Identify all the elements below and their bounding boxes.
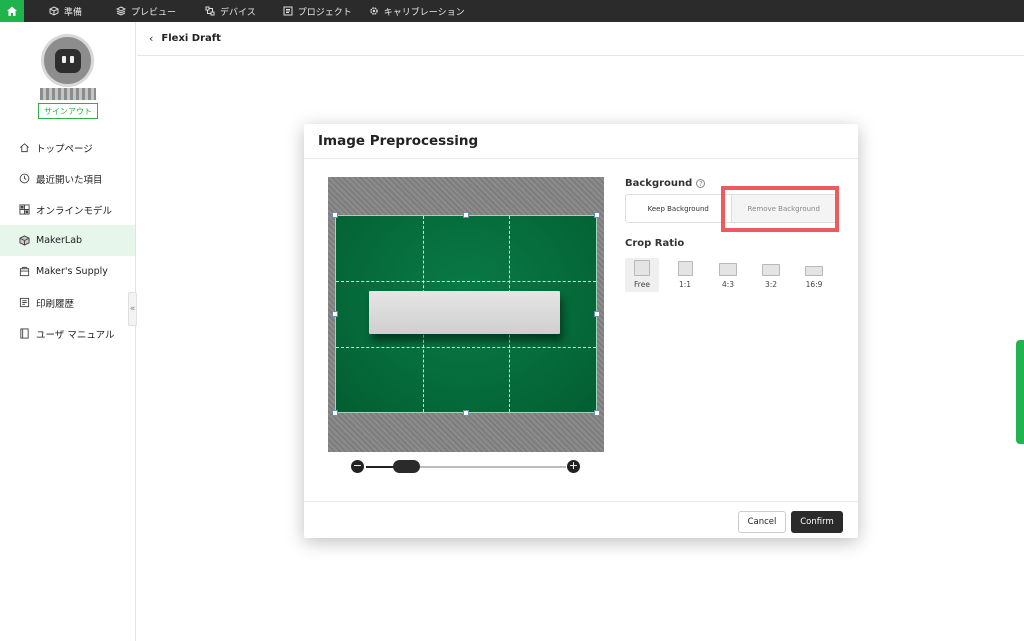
back-chevron-icon[interactable]: ‹ [149, 32, 153, 45]
sidebar-item-label: 印刷履歴 [36, 298, 75, 310]
sidebar-nav: トップページ 最近開いた項目 オンラインモデル MakerLab Maker's… [0, 132, 135, 349]
background-label-row: Background ? [625, 178, 706, 189]
sidebar-item-label: 最近開いた項目 [36, 174, 103, 186]
zoom-control: − + [351, 460, 581, 474]
background-toggle: Keep Background Remove Background [625, 194, 837, 223]
crop-ratio-16-9[interactable]: 16:9 [797, 258, 831, 292]
modal-title: Image Preprocessing [318, 133, 479, 149]
ratio-square-icon [677, 261, 693, 276]
sidebar-collapse-handle[interactable]: « [128, 292, 137, 326]
history-icon [19, 297, 30, 308]
confirm-button[interactable]: Confirm [791, 511, 843, 533]
crop-ratio-label: Crop Ratio [625, 238, 685, 249]
keep-background-button[interactable]: Keep Background [626, 195, 731, 222]
top-nav-bar: 準備 プレビュー デバイス プロジェクト キャリブレーション [0, 0, 1024, 22]
main-header: ‹ Flexi Draft [137, 22, 1024, 56]
ratio-16-9-icon [805, 266, 823, 276]
minus-icon: − [352, 459, 363, 472]
username-redacted [40, 88, 96, 100]
crop-handle-bottom-left[interactable] [332, 410, 338, 416]
modal-footer: Cancel Confirm [304, 501, 858, 538]
crop-handle-top[interactable] [463, 212, 469, 218]
crop-ratio-options: Free 1:1 4:3 3:2 16:9 [625, 258, 840, 292]
clock-icon [19, 173, 30, 184]
crop-handle-right[interactable] [594, 311, 600, 317]
sidebar-item-makerlab[interactable]: MakerLab [0, 225, 135, 256]
ratio-label: 1:1 [678, 280, 692, 289]
ratio-label: 16:9 [805, 280, 823, 289]
sidebar-item-makers-supply[interactable]: Maker's Supply [0, 256, 135, 287]
avatar[interactable] [41, 34, 94, 87]
top-nav-label: 準備 [64, 7, 83, 18]
sidebar-item-user-manual[interactable]: ユーザ マニュアル [0, 318, 135, 349]
sidebar-item-online-models[interactable]: オンラインモデル [0, 194, 135, 225]
ratio-label: 3:2 [764, 280, 778, 289]
remove-background-button[interactable]: Remove Background [730, 195, 836, 222]
sidebar-item-label: トップページ [36, 143, 93, 155]
home-icon [20, 143, 29, 153]
ratio-4-3-icon [719, 263, 737, 276]
zoom-in-button[interactable]: + [567, 460, 580, 473]
crop-handle-top-left[interactable] [332, 212, 338, 218]
top-nav-label: プレビュー [131, 7, 177, 18]
home-button[interactable] [0, 0, 24, 22]
top-nav-label: プロジェクト [297, 7, 352, 18]
top-nav-label: キャリブレーション [383, 7, 465, 18]
top-nav-prepare[interactable]: 準備 [49, 0, 82, 22]
sidebar-item-label: MakerLab [36, 235, 83, 246]
top-nav-preview[interactable]: プレビュー [116, 0, 176, 22]
model-icon [19, 204, 30, 215]
product-image [369, 291, 560, 334]
modal-header: Image Preprocessing [304, 124, 858, 159]
layers-icon [116, 6, 127, 16]
help-icon[interactable]: ? [696, 179, 706, 188]
home-icon [7, 6, 17, 16]
crop-handle-bottom[interactable] [463, 410, 469, 416]
crop-handle-bottom-right[interactable] [594, 410, 600, 416]
sidebar-item-label: ユーザ マニュアル [36, 329, 115, 341]
page-title: Flexi Draft [161, 33, 221, 44]
image-preprocessing-modal: Image Preprocessing − + Background ? Kee… [304, 124, 858, 538]
crop-handle-top-right[interactable] [594, 212, 600, 218]
sidebar-item-print-history[interactable]: 印刷履歴 [0, 287, 135, 318]
crop-ratio-3-2[interactable]: 3:2 [754, 258, 788, 292]
ratio-label: Free [634, 280, 650, 289]
zoom-slider-knob[interactable] [392, 460, 420, 473]
sidebar-item-top-page[interactable]: トップページ [0, 132, 135, 163]
top-nav-label: デバイス [220, 7, 256, 18]
crop-ratio-4-3[interactable]: 4:3 [711, 258, 745, 292]
cube-icon [19, 235, 30, 246]
grid-line [336, 346, 596, 348]
top-nav-project[interactable]: プロジェクト [283, 0, 352, 22]
cube-icon [49, 6, 59, 16]
ratio-3-2-icon [762, 264, 780, 276]
sidebar-item-label: オンラインモデル [36, 205, 113, 217]
sidebar: サインアウト トップページ 最近開いた項目 オンラインモデル MakerLab … [0, 22, 136, 641]
box-icon [19, 266, 30, 277]
top-nav-device[interactable]: デバイス [205, 0, 256, 22]
ratio-free-icon [634, 260, 650, 276]
book-icon [20, 328, 29, 339]
crop-ratio-1-1[interactable]: 1:1 [668, 258, 702, 292]
crop-box[interactable] [332, 212, 600, 416]
plus-icon: + [568, 459, 579, 472]
top-nav-calibration[interactable]: キャリブレーション [369, 0, 465, 22]
side-feedback-tab[interactable] [1016, 340, 1024, 444]
sidebar-item-recent[interactable]: 最近開いた項目 [0, 163, 135, 194]
chevron-left-icon: « [129, 304, 136, 314]
crop-ratio-free[interactable]: Free [625, 258, 659, 292]
grid-line [336, 281, 596, 283]
device-icon [205, 6, 215, 16]
gear-icon [370, 7, 378, 15]
cancel-button[interactable]: Cancel [738, 511, 786, 533]
background-label: Background [625, 178, 693, 189]
robot-avatar-icon [54, 48, 81, 73]
project-icon [283, 6, 293, 16]
sidebar-item-label: Maker's Supply [36, 266, 108, 277]
ratio-label: 4:3 [721, 280, 735, 289]
crop-handle-left[interactable] [332, 311, 338, 317]
image-preview-area[interactable] [328, 177, 604, 452]
zoom-out-button[interactable]: − [351, 460, 364, 473]
signout-button[interactable]: サインアウト [38, 103, 98, 119]
